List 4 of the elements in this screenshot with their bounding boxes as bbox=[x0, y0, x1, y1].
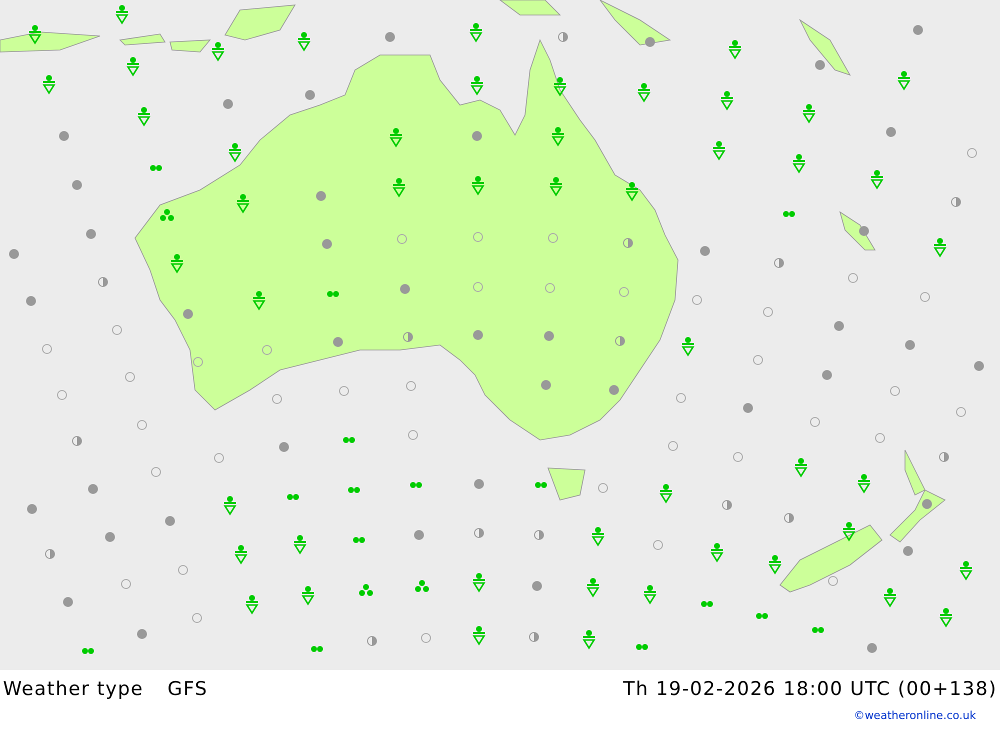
model-name: GFS bbox=[167, 676, 208, 702]
valid-time: Th 19-02-2026 18:00 UTC (00+138) bbox=[623, 676, 997, 702]
credit-link[interactable]: ©weatheronline.co.uk bbox=[854, 708, 976, 724]
legend-title: Weather type bbox=[3, 676, 144, 702]
